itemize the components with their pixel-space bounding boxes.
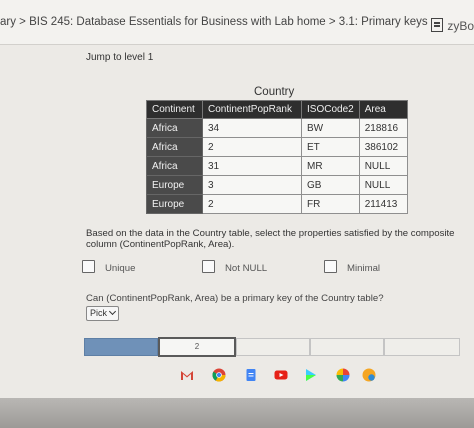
- table-cell: Africa: [146, 137, 203, 157]
- os-shelf: [0, 362, 474, 390]
- option-label: Minimal: [347, 263, 381, 274]
- table-cell: 386102: [358, 137, 408, 157]
- chevron-down-icon: [108, 307, 117, 316]
- photos-icon[interactable]: [336, 368, 350, 382]
- table-cell: Europe: [146, 194, 203, 214]
- table-row: Europe 3 GB NULL: [146, 175, 408, 195]
- table-cell: MR: [301, 156, 360, 176]
- checkbox[interactable]: [82, 260, 95, 273]
- option-label: Not NULL: [225, 263, 268, 274]
- screen: ary > BIS 245: Database Essentials for B…: [0, 0, 474, 410]
- progress-segment[interactable]: [236, 338, 310, 356]
- question-text: Based on the data in the Country table, …: [86, 228, 455, 250]
- checkbox[interactable]: [324, 260, 337, 273]
- gmail-icon[interactable]: [180, 368, 194, 382]
- option-unique[interactable]: Unique: [82, 260, 135, 274]
- table-cell: Europe: [146, 175, 203, 195]
- table-cell: NULL: [358, 175, 408, 195]
- table-cell: 3: [202, 175, 302, 195]
- table-cell: 218816: [358, 118, 408, 138]
- top-bar: ary > BIS 245: Database Essentials for B…: [0, 0, 474, 45]
- laptop-bezel: [0, 398, 474, 428]
- table-cell: ET: [301, 137, 360, 157]
- brand: zyBo: [431, 18, 474, 33]
- table-cell: 31: [202, 156, 302, 176]
- youtube-icon[interactable]: [274, 368, 288, 382]
- column-header: ISOCode2: [301, 100, 360, 119]
- extension-icon[interactable]: [362, 368, 376, 382]
- table-header-row: Continent ContinentPopRank ISOCode2 Area: [146, 100, 408, 119]
- table-cell: 2: [202, 194, 302, 214]
- table-cell: GB: [301, 175, 360, 195]
- level-progress: 2: [84, 337, 460, 357]
- primary-key-question: Can (ContinentPopRank, Area) be a primar…: [86, 293, 384, 304]
- table-cell: 2: [202, 137, 302, 157]
- table-row: Africa 2 ET 386102: [146, 137, 408, 157]
- table-row: Europe 2 FR 211413: [146, 194, 408, 214]
- progress-segment[interactable]: [84, 338, 158, 356]
- docs-icon[interactable]: [244, 368, 258, 382]
- progress-segment-current[interactable]: 2: [158, 337, 236, 357]
- table-row: Africa 31 MR NULL: [146, 156, 408, 176]
- progress-segment[interactable]: [384, 338, 460, 356]
- chrome-icon[interactable]: [212, 368, 226, 382]
- progress-current-label: 2: [194, 342, 200, 351]
- pick-label: Pick: [90, 308, 108, 318]
- table-cell: FR: [301, 194, 360, 214]
- country-table: Continent ContinentPopRank ISOCode2 Area…: [146, 100, 408, 214]
- pick-dropdown[interactable]: Pick: [86, 306, 120, 321]
- checkbox[interactable]: [202, 260, 215, 273]
- option-not-null[interactable]: Not NULL: [202, 260, 267, 274]
- column-header: ContinentPopRank: [202, 100, 302, 119]
- brand-text: zyBo: [447, 19, 474, 33]
- table-cell: Africa: [146, 156, 203, 176]
- table-cell: 211413: [358, 194, 408, 214]
- progress-segment[interactable]: [310, 338, 384, 356]
- table-caption: Country: [254, 86, 295, 98]
- book-icon[interactable]: [431, 18, 444, 32]
- column-header: Area: [358, 100, 408, 119]
- column-header: Continent: [146, 100, 203, 119]
- jump-to-level[interactable]: Jump to level 1: [86, 52, 153, 63]
- table-cell: NULL: [358, 156, 408, 176]
- table-row: Africa 34 BW 218816: [146, 118, 408, 138]
- breadcrumb[interactable]: ary > BIS 245: Database Essentials for B…: [0, 16, 428, 28]
- option-minimal[interactable]: Minimal: [324, 260, 380, 274]
- table-cell: BW: [301, 118, 360, 138]
- option-label: Unique: [105, 263, 136, 274]
- table-cell: 34: [202, 118, 302, 138]
- play-store-icon[interactable]: [304, 368, 318, 382]
- table-cell: Africa: [146, 118, 203, 138]
